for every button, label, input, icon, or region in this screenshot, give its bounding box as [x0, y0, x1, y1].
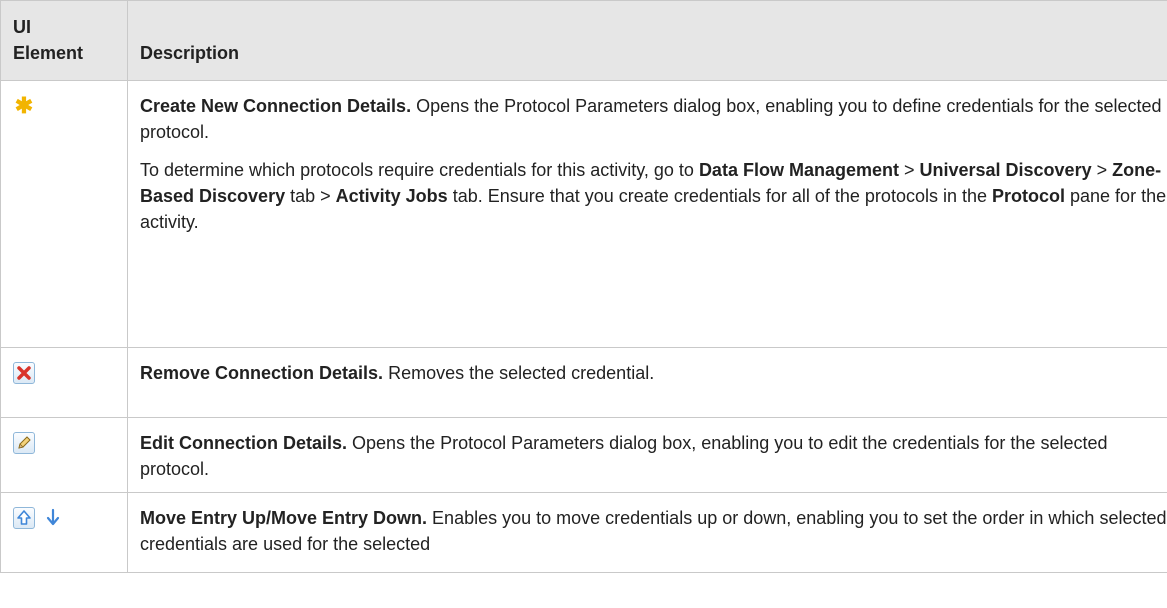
- table-row: Move Entry Up/Move Entry Down. Enables y…: [0, 492, 1167, 573]
- description-paragraph: Edit Connection Details. Opens the Proto…: [140, 430, 1167, 482]
- menu-path-protocol: Protocol: [992, 186, 1066, 206]
- text-span: To determine which protocols require cre…: [140, 160, 699, 180]
- arrow-up-icon: [13, 507, 35, 529]
- entry-title: Create New Connection Details.: [140, 96, 412, 116]
- entry-title: Edit Connection Details.: [140, 433, 348, 453]
- text-span: tab >: [285, 186, 336, 206]
- header-ui-line1: UI: [13, 17, 31, 37]
- description-cell: Move Entry Up/Move Entry Down. Enables y…: [127, 492, 1167, 573]
- text-span: tab. Ensure that you create credentials …: [447, 186, 992, 206]
- description-paragraph: Remove Connection Details. Removes the s…: [140, 360, 1167, 386]
- ui-element-table: UI Element Description ✱ Create New Conn…: [0, 0, 1167, 573]
- table-row: Edit Connection Details. Opens the Proto…: [0, 417, 1167, 493]
- table-row: Remove Connection Details. Removes the s…: [0, 347, 1167, 418]
- menu-path-activity-jobs: Activity Jobs: [335, 186, 448, 206]
- icon-cell: ✱: [0, 80, 128, 348]
- text-span: >: [1091, 160, 1113, 180]
- header-ui-line2: Element: [13, 43, 84, 63]
- text-span: >: [898, 160, 920, 180]
- description-cell: Create New Connection Details. Opens the…: [127, 80, 1167, 348]
- arrow-down-icon: [43, 507, 65, 529]
- menu-path-universal-discovery: Universal Discovery: [919, 160, 1092, 180]
- entry-title: Move Entry Up/Move Entry Down.: [140, 508, 428, 528]
- header-ui-element: UI Element: [0, 0, 128, 81]
- description-paragraph: Move Entry Up/Move Entry Down. Enables y…: [140, 505, 1167, 557]
- icon-cell: [0, 492, 128, 573]
- new-connection-icon: ✱: [14, 93, 34, 118]
- description-cell: Edit Connection Details. Opens the Proto…: [127, 417, 1167, 493]
- table-row: ✱ Create New Connection Details. Opens t…: [0, 80, 1167, 348]
- description-paragraph: Create New Connection Details. Opens the…: [140, 93, 1167, 145]
- menu-path-data-flow: Data Flow Management: [698, 160, 899, 180]
- edit-pencil-icon: [13, 432, 35, 454]
- description-paragraph: To determine which protocols require cre…: [140, 157, 1167, 235]
- remove-icon: [13, 362, 35, 384]
- entry-text: Removes the selected credential.: [383, 363, 655, 383]
- header-description: Description: [127, 0, 1167, 81]
- description-cell: Remove Connection Details. Removes the s…: [127, 347, 1167, 418]
- icon-cell: [0, 417, 128, 493]
- entry-title: Remove Connection Details.: [140, 363, 384, 383]
- icon-cell: [0, 347, 128, 418]
- table-header-row: UI Element Description: [0, 0, 1167, 81]
